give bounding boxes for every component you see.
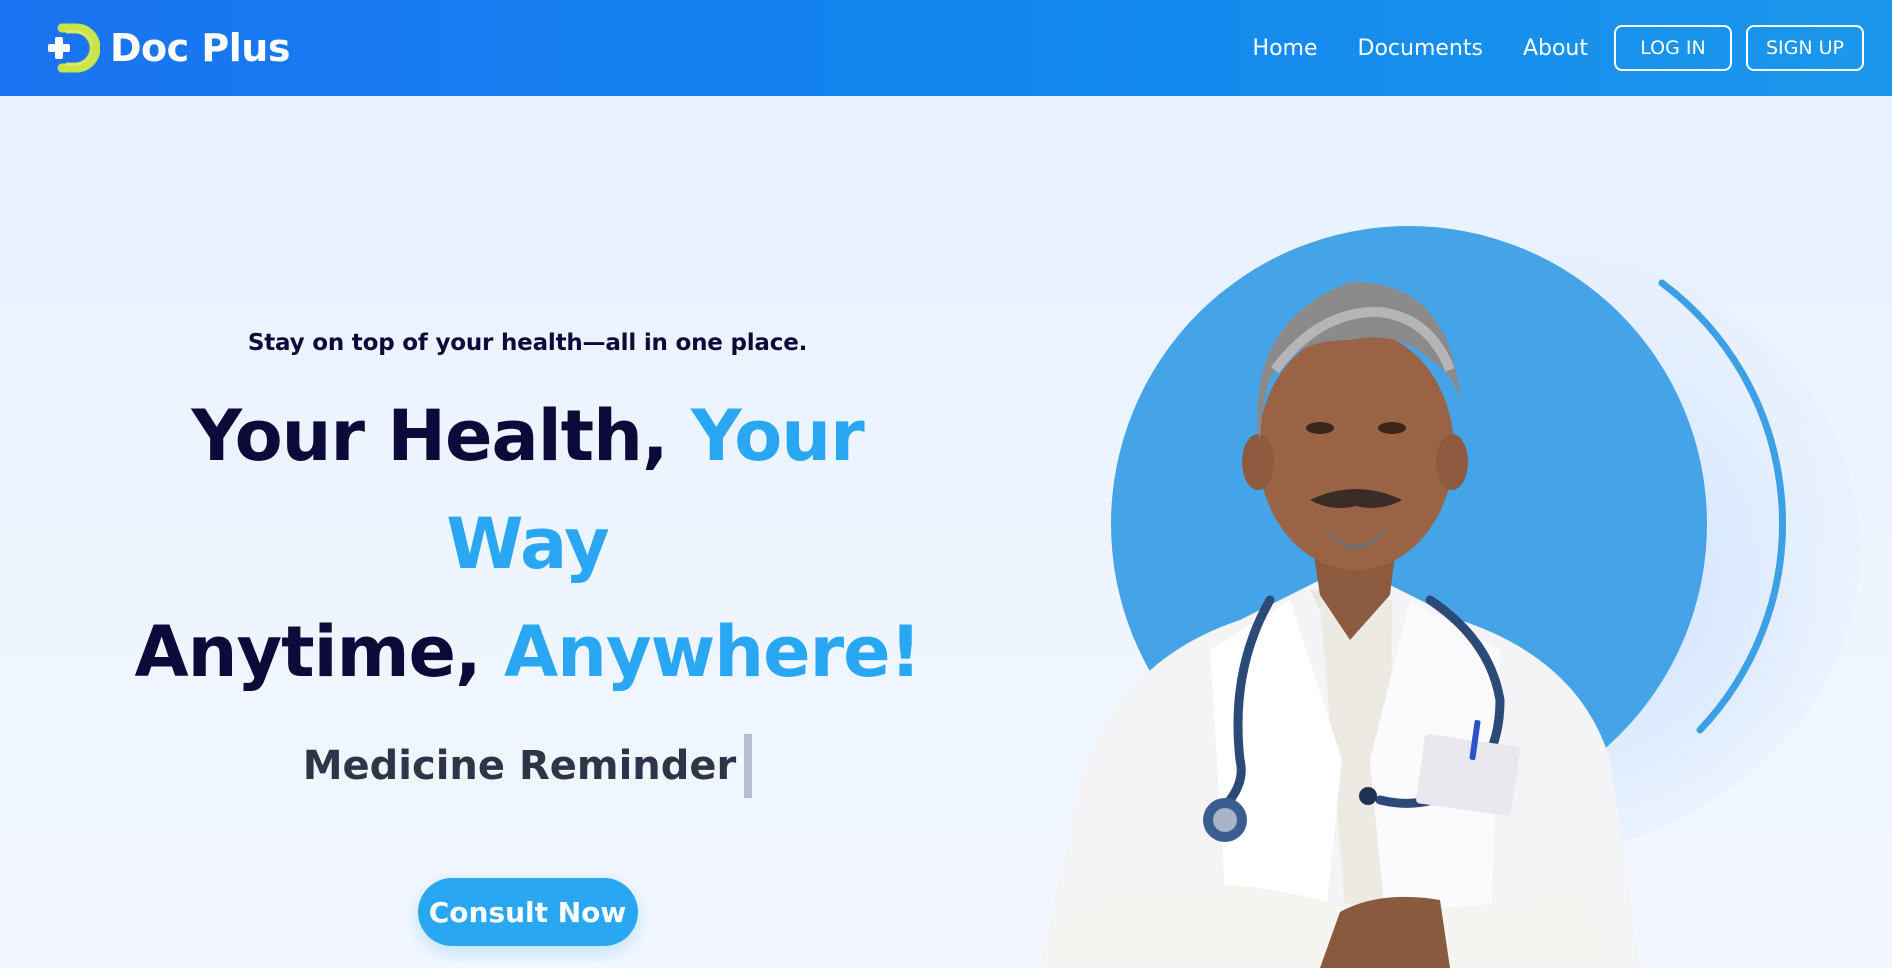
landing-page: Doc Plus Home Documents About LOG IN SIG… <box>0 0 1892 968</box>
headline-line2-dark: Anytime, <box>134 611 481 693</box>
rotating-feature-text: Medicine Reminder <box>303 734 753 798</box>
login-button[interactable]: LOG IN <box>1614 25 1732 71</box>
hero-image <box>1020 200 1880 968</box>
headline-line2-accent: Anywhere! <box>503 611 922 693</box>
typing-cursor <box>744 734 753 798</box>
doctor-portrait <box>1040 281 1640 968</box>
headline-line2: Anytime, Anywhere! <box>134 611 922 693</box>
brand[interactable]: Doc Plus <box>44 22 290 74</box>
brand-name: Doc Plus <box>110 26 290 70</box>
navbar: Doc Plus Home Documents About LOG IN SIG… <box>0 0 1892 96</box>
nav-link-about[interactable]: About <box>1523 36 1588 61</box>
consult-now-button[interactable]: Consult Now <box>417 878 638 946</box>
nav-link-home[interactable]: Home <box>1253 36 1318 61</box>
headline-line1-dark: Your Health, <box>191 395 668 477</box>
hero-text: Stay on top of your health—all in one pl… <box>100 330 955 946</box>
hero-tagline: Stay on top of your health—all in one pl… <box>247 330 808 356</box>
signup-button[interactable]: SIGN UP <box>1746 25 1864 71</box>
plus-d-logo-icon <box>48 23 100 73</box>
nav-link-documents[interactable]: Documents <box>1358 36 1483 61</box>
main-nav: Home Documents About LOG IN SIGN UP <box>1253 25 1864 71</box>
rotating-text: Medicine Reminder <box>302 743 737 789</box>
headline-line1: Your Health, Your Way <box>191 395 864 585</box>
hero-headline: Your Health, Your Way Anytime, Anywhere! <box>100 382 955 706</box>
